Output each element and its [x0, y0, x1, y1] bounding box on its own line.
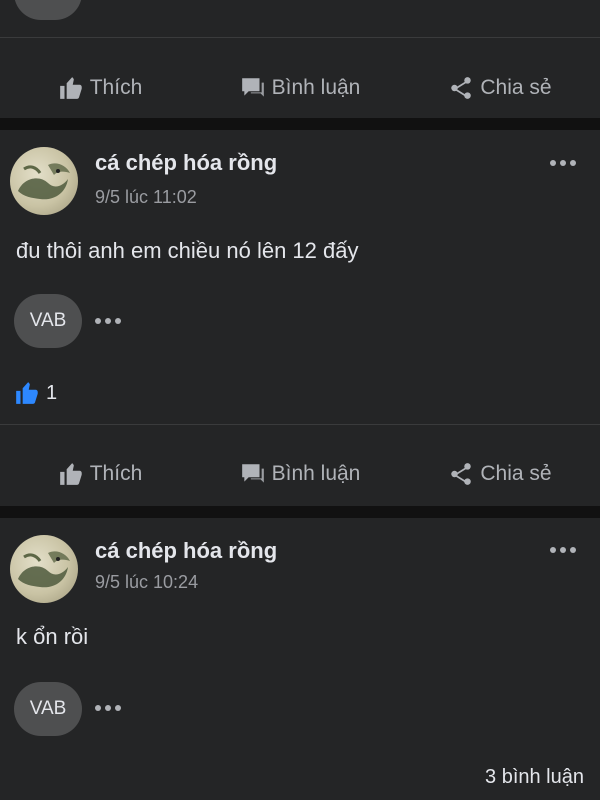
- share-button[interactable]: Chia sẻ: [400, 461, 600, 487]
- like-count-icon: [16, 382, 38, 404]
- more-options-button[interactable]: [545, 540, 581, 560]
- post-author[interactable]: cá chép hóa rồng: [95, 150, 277, 176]
- post-text: đu thôi anh em chiều nó lên 12 đấy: [16, 238, 359, 263]
- like-label: Thích: [89, 76, 143, 99]
- like-count-value: 1: [46, 381, 58, 404]
- post-card: cá chép hóa rồng 9/5 lúc 10:24 k ổn rồi …: [0, 518, 600, 800]
- vab-reaction-button[interactable]: VAB: [14, 294, 82, 348]
- post-actions: Thích Bình luận Chia sẻ: [0, 58, 600, 118]
- post-timestamp[interactable]: 9/5 lúc 11:02: [95, 187, 197, 208]
- post-timestamp[interactable]: 9/5 lúc 10:24: [95, 572, 198, 593]
- post-actions: Thích Bình luận Chia sẻ: [0, 444, 600, 504]
- divider: [0, 424, 600, 425]
- vab-reaction-button[interactable]: VAB: [14, 682, 82, 736]
- like-button[interactable]: Thích: [0, 461, 200, 487]
- reaction-more-button[interactable]: [95, 314, 127, 328]
- more-options-button[interactable]: [545, 153, 581, 173]
- like-count[interactable]: 1: [14, 380, 57, 406]
- thumbs-up-icon: [59, 77, 82, 99]
- post-card: cá chép hóa rồng 9/5 lúc 11:02 đu thôi a…: [0, 130, 600, 506]
- like-label: Thích: [89, 462, 143, 485]
- post-text: k ổn rồi: [16, 624, 89, 649]
- carp-dragon-avatar-image: [18, 551, 70, 588]
- comment-label: Bình luận: [271, 76, 361, 99]
- divider: [0, 37, 600, 38]
- post-author[interactable]: cá chép hóa rồng: [95, 538, 277, 564]
- comment-icon: [241, 464, 264, 483]
- reaction-more-button[interactable]: [95, 701, 127, 715]
- post-card-top: VAB Thích Bình luận Chia sẻ: [0, 0, 600, 118]
- comment-icon: [241, 78, 264, 97]
- share-label: Chia sẻ: [480, 76, 552, 99]
- share-icon: [451, 77, 472, 99]
- thumbs-up-icon: [59, 463, 82, 485]
- share-button[interactable]: Chia sẻ: [400, 75, 600, 101]
- avatar[interactable]: [10, 535, 78, 603]
- like-button[interactable]: Thích: [0, 75, 200, 101]
- comments-count-link[interactable]: 3 bình luận: [485, 766, 584, 789]
- comment-button[interactable]: Bình luận: [200, 461, 400, 487]
- share-icon: [451, 463, 472, 485]
- avatar[interactable]: [10, 147, 78, 215]
- vab-reaction-button[interactable]: VAB: [14, 0, 82, 20]
- carp-dragon-avatar-image: [18, 163, 70, 200]
- comment-label: Bình luận: [271, 462, 361, 485]
- share-label: Chia sẻ: [480, 462, 552, 485]
- comment-button[interactable]: Bình luận: [200, 75, 400, 101]
